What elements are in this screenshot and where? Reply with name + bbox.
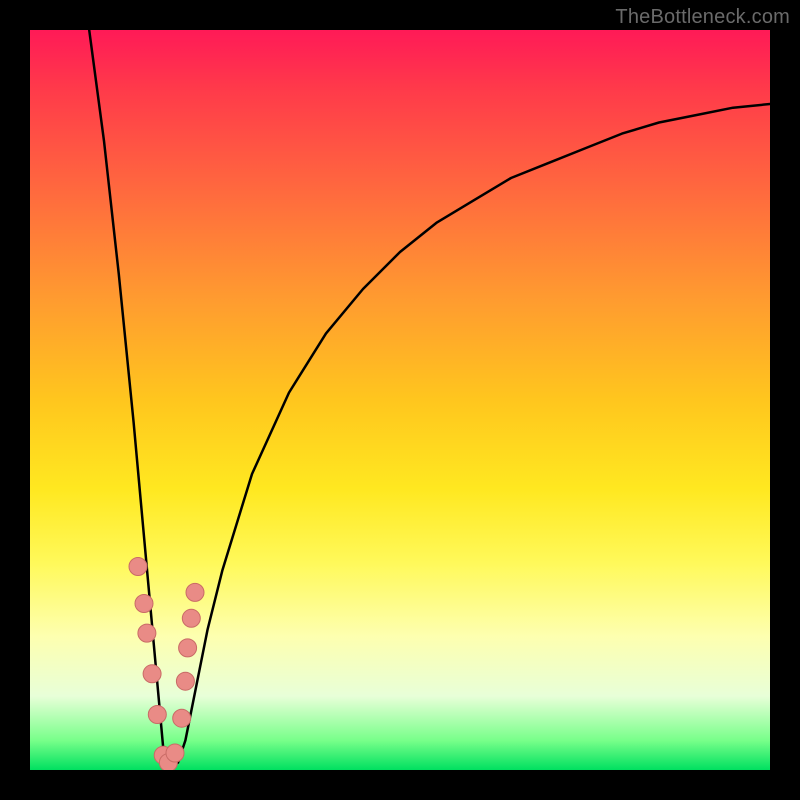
data-point-marker bbox=[129, 558, 147, 576]
outer-frame: TheBottleneck.com bbox=[0, 0, 800, 800]
data-point-marker bbox=[176, 672, 194, 690]
chart-svg bbox=[30, 30, 770, 770]
data-point-marker bbox=[166, 744, 184, 762]
data-point-marker bbox=[143, 665, 161, 683]
data-point-marker bbox=[182, 609, 200, 627]
marker-layer bbox=[129, 558, 204, 771]
data-point-marker bbox=[148, 706, 166, 724]
data-point-marker bbox=[135, 595, 153, 613]
attribution-text: TheBottleneck.com bbox=[615, 6, 790, 29]
data-point-marker bbox=[138, 624, 156, 642]
plot-area bbox=[30, 30, 770, 770]
data-point-marker bbox=[173, 709, 191, 727]
data-point-marker bbox=[186, 583, 204, 601]
data-point-marker bbox=[179, 639, 197, 657]
